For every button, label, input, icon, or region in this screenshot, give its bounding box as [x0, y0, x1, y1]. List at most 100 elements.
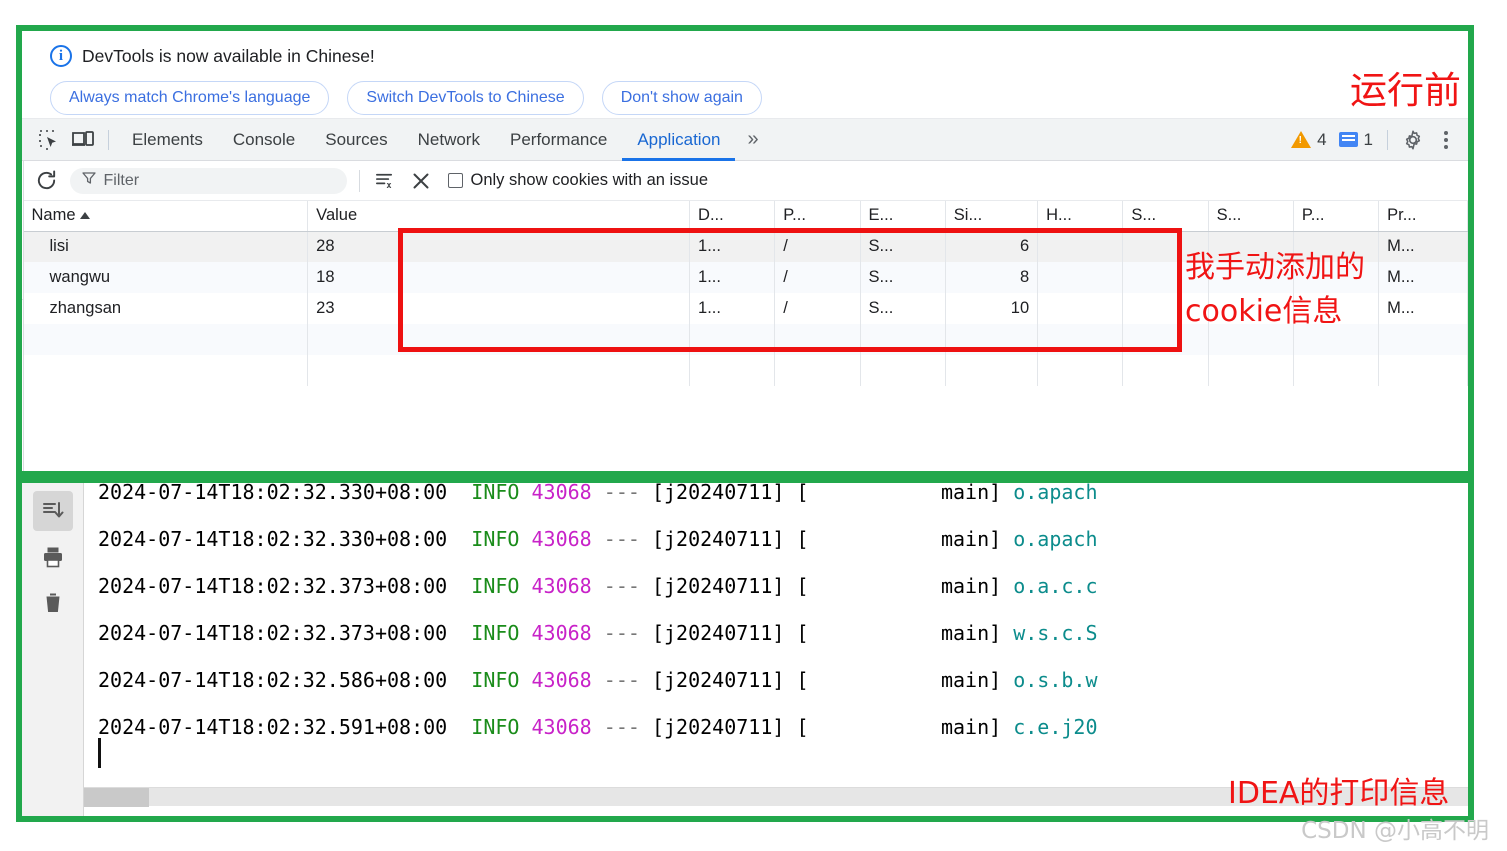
tab-network[interactable]: Network [403, 119, 495, 161]
warnings-indicator[interactable]: 4 [1285, 130, 1332, 150]
log-level: INFO [471, 574, 520, 598]
language-notification-banner: i DevTools is now available in Chinese! … [22, 31, 1468, 119]
cookie-path: / [774, 293, 861, 324]
cookie-size: 6 [945, 231, 1039, 262]
log-timestamp: 2024-07-14T18:02:32.330+08:00 [98, 527, 448, 551]
tab-sources[interactable]: Sources [310, 119, 402, 161]
tab-application[interactable]: Application [622, 119, 735, 161]
always-match-language-button[interactable]: Always match Chrome's language [50, 81, 330, 115]
cookie-size: 8 [945, 262, 1039, 293]
annotation-manual-cookies-line2: cookie信息 [1185, 294, 1343, 329]
log-app-tag: [j20240711] [ [651, 574, 809, 598]
toolbar-divider [108, 129, 109, 150]
annotation-idea-output: IDEA的打印信息 [1228, 776, 1450, 811]
column-header-secure[interactable]: S... [1122, 201, 1209, 232]
log-line: 2024-07-14T18:02:32.330+08:00 INFO 43068… [98, 483, 1468, 516]
annotation-before-run: 运行前 [1350, 69, 1461, 112]
column-header-path[interactable]: P... [774, 201, 861, 232]
refresh-icon[interactable] [34, 168, 60, 194]
log-pid: 43068 [531, 527, 592, 551]
cookie-name: zhangsan [23, 293, 309, 324]
gear-icon[interactable] [1396, 123, 1430, 157]
device-toolbar-icon[interactable] [66, 123, 100, 157]
devtools-tabbar: Elements Console Sources Network Perform… [22, 119, 1468, 161]
cookies-toolbar-divider [358, 169, 360, 192]
trash-icon[interactable] [33, 583, 73, 623]
log-output-area[interactable]: 2024-07-14T18:02:32.330+08:00 INFO 43068… [84, 483, 1468, 816]
column-header-size[interactable]: Si... [945, 201, 1039, 232]
warning-count: 4 [1317, 129, 1327, 149]
kebab-menu-icon[interactable] [1430, 130, 1462, 149]
cookies-toolbar: Filter x Only show cookies with an issue [23, 161, 1468, 201]
log-thread: main] [940, 668, 1002, 692]
print-icon[interactable] [33, 537, 73, 577]
log-separator: --- [603, 527, 640, 551]
inspect-element-icon[interactable] [32, 123, 66, 157]
cookie-domain: 1... [689, 231, 776, 262]
log-gutter-toolbar [22, 483, 84, 816]
log-separator: --- [603, 668, 640, 692]
column-header-domain[interactable]: D... [689, 201, 776, 232]
clear-all-cookies-icon[interactable] [408, 168, 434, 194]
cookie-path: / [774, 231, 861, 262]
cookie-httponly [1037, 262, 1124, 293]
cookie-domain: 1... [689, 262, 776, 293]
log-timestamp: 2024-07-14T18:02:32.591+08:00 [98, 715, 448, 739]
dont-show-again-button[interactable]: Don't show again [601, 81, 762, 115]
column-header-name[interactable]: Name [23, 201, 309, 232]
cookie-name: wangwu [23, 262, 309, 293]
cookie-expires: S... [860, 262, 946, 293]
idea-console-log-panel: 2024-07-14T18:02:32.330+08:00 INFO 43068… [22, 483, 1468, 816]
log-app-tag: [j20240711] [ [651, 483, 809, 504]
more-tabs-chevron-icon[interactable]: » [735, 128, 770, 151]
switch-devtools-to-chinese-button[interactable]: Switch DevTools to Chinese [347, 81, 584, 115]
cookie-name: lisi [23, 231, 309, 262]
sidebar-divider [22, 299, 23, 300]
cookie-priority: M... [1378, 262, 1468, 293]
column-header-expires[interactable]: E... [860, 201, 946, 232]
only-show-issues-label: Only show cookies with an issue [470, 171, 709, 189]
messages-indicator[interactable]: 1 [1333, 130, 1379, 150]
only-show-issues-checkbox[interactable]: Only show cookies with an issue [447, 171, 709, 190]
tab-console[interactable]: Console [218, 119, 310, 161]
log-timestamp: 2024-07-14T18:02:32.373+08:00 [98, 574, 448, 598]
cookie-value: 23 [307, 293, 691, 324]
column-header-samesite[interactable]: S... [1208, 201, 1294, 232]
log-thread: main] [940, 715, 1002, 739]
sort-ascending-icon [79, 212, 90, 220]
cookie-expires: S... [860, 231, 946, 262]
log-pid: 43068 [531, 621, 592, 645]
cookie-domain: 1... [689, 293, 776, 324]
log-thread: main] [940, 483, 1002, 504]
cookie-size: 10 [945, 293, 1039, 324]
column-header-priority[interactable]: Pr... [1378, 201, 1468, 232]
message-bubble-icon [1338, 132, 1358, 147]
column-header-httponly[interactable]: H... [1037, 201, 1124, 232]
clear-filtered-cookies-icon[interactable]: x [372, 168, 398, 194]
scroll-to-end-icon[interactable] [32, 491, 73, 531]
annotation-manual-cookies: 我手动添加的 cookie信息 [1185, 246, 1365, 334]
log-thread: main] [940, 574, 1002, 598]
log-thread: main] [940, 621, 1002, 645]
cookie-expires: S... [860, 293, 946, 324]
scrollbar-thumb[interactable] [84, 788, 149, 807]
message-count: 1 [1363, 129, 1373, 149]
column-header-value[interactable]: Value [307, 201, 691, 232]
log-app-tag: [j20240711] [ [651, 527, 809, 551]
cookies-table-header-row: Name Value D... P... E... Si... H... S..… [23, 201, 1468, 232]
csdn-watermark: CSDN @小高不明 [1301, 818, 1489, 844]
checkbox-box[interactable] [447, 173, 463, 188]
cookie-path: / [774, 262, 861, 293]
log-level: INFO [471, 527, 520, 551]
log-line: 2024-07-14T18:02:32.373+08:00 INFO 43068… [98, 610, 1468, 657]
log-timestamp: 2024-07-14T18:02:32.330+08:00 [98, 483, 448, 504]
column-header-partition[interactable]: P... [1293, 201, 1380, 232]
log-timestamp: 2024-07-14T18:02:32.586+08:00 [98, 668, 448, 692]
tab-elements[interactable]: Elements [117, 119, 218, 161]
cookie-httponly [1037, 293, 1124, 324]
warning-triangle-icon [1291, 131, 1312, 148]
tab-performance[interactable]: Performance [495, 119, 622, 161]
table-empty-row [23, 355, 1468, 386]
filter-input[interactable]: Filter [69, 167, 347, 194]
filter-placeholder: Filter [103, 171, 140, 189]
